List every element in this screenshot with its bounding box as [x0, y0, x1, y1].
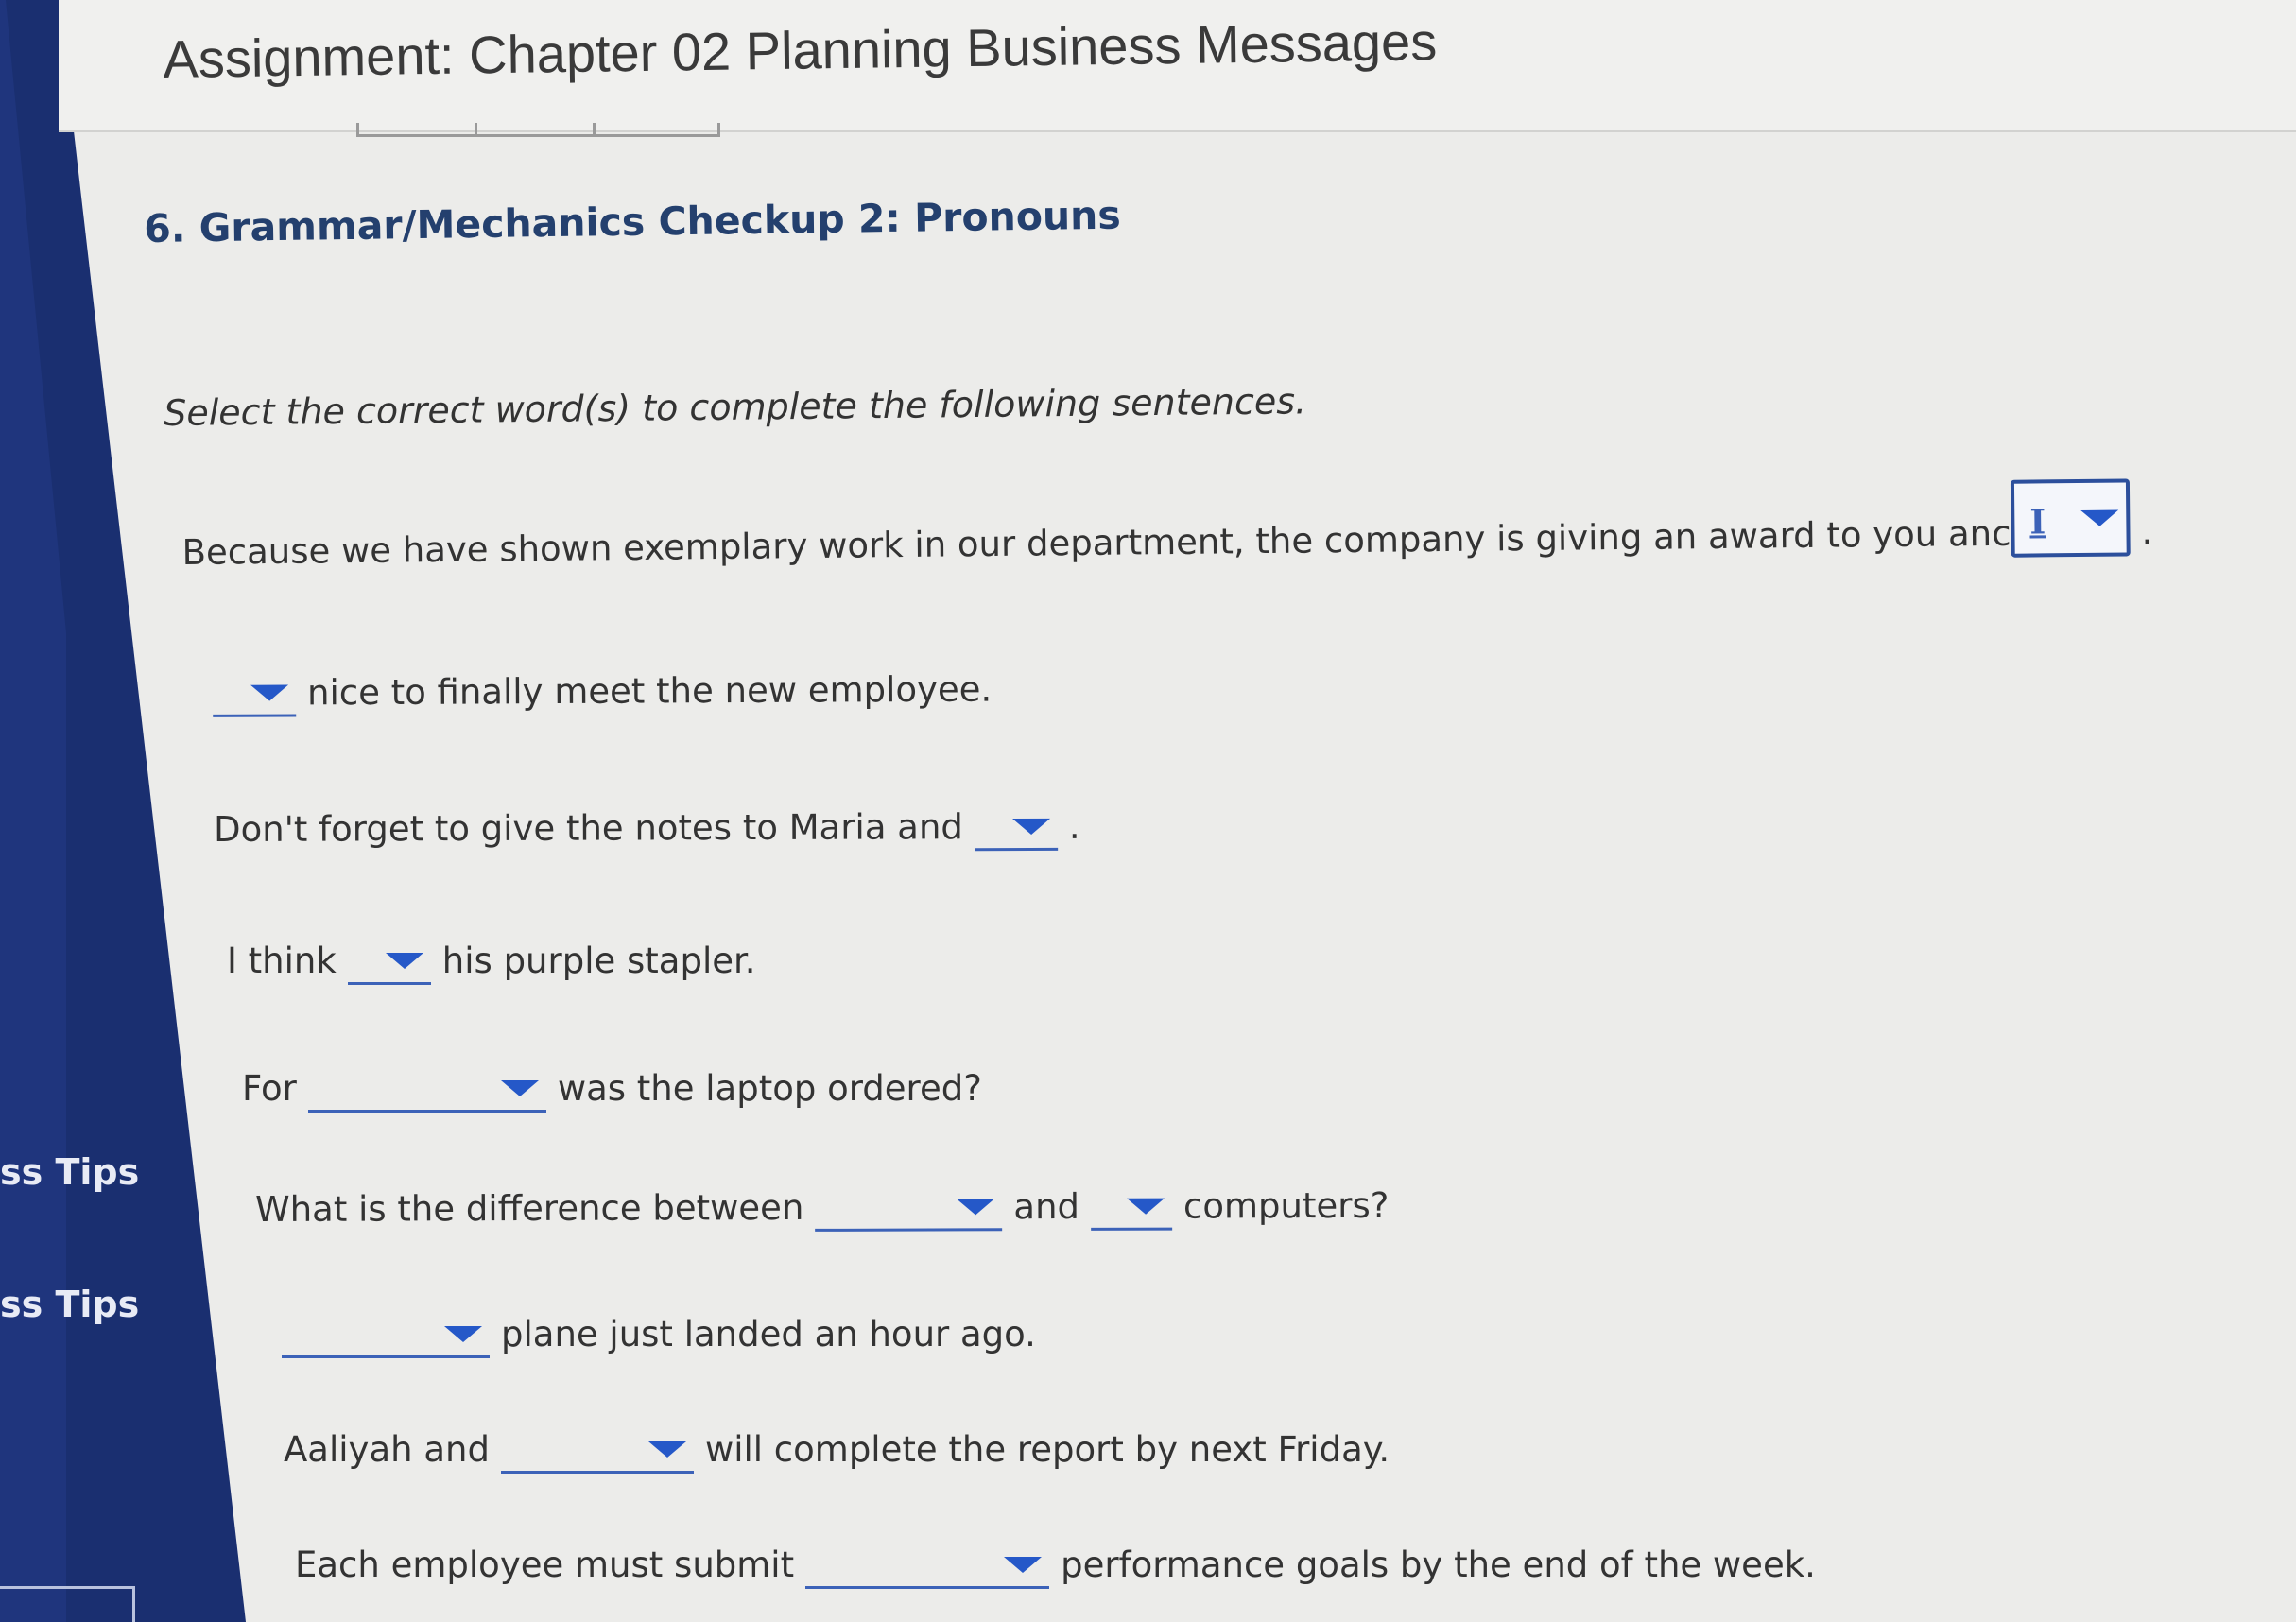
pronoun-dropdown[interactable]: I [2010, 478, 2131, 558]
chevron-down-icon [957, 1199, 995, 1216]
sentence-text: Don't forget to give the notes to Maria … [214, 806, 963, 850]
sentence-text: . [2141, 511, 2153, 553]
assignment-page: ss Tips ss Tips Assignment: Chapter 02 P… [0, 0, 2296, 1622]
sentence-text: nice to finally meet the new employee. [306, 668, 993, 714]
chevron-down-icon [500, 1080, 539, 1096]
sentence-text: computers? [1183, 1184, 1390, 1227]
pronoun-dropdown[interactable] [974, 805, 1058, 852]
chevron-down-icon [1126, 1198, 1165, 1215]
sentence-text: Because we have shown exemplary work in … [181, 512, 2011, 573]
pronoun-dropdown[interactable] [805, 1544, 1050, 1589]
question-content: 6. Grammar/Mechanics Checkup 2: Pronouns… [0, 0, 2296, 1622]
question-title: 6. Grammar/Mechanics Checkup 2: Pronouns [144, 192, 1122, 251]
sentence-text: his purple stapler. [441, 940, 756, 981]
chevron-down-icon [2080, 509, 2119, 526]
sentence-text: What is the difference between [255, 1186, 804, 1230]
sentence-9: Each employee must submit performance go… [295, 1544, 1816, 1589]
sentence-text: will complete the report by next Friday. [704, 1429, 1390, 1470]
sentence-text: I think [227, 940, 337, 981]
chevron-down-icon [1004, 1557, 1043, 1573]
sentence-text: plane just landed an hour ago. [501, 1314, 1036, 1355]
pronoun-dropdown[interactable] [347, 940, 431, 985]
pronoun-dropdown[interactable] [307, 1068, 546, 1113]
sentence-text: was the laptop ordered? [557, 1068, 982, 1109]
chevron-down-icon [444, 1326, 482, 1342]
sentence-text: Each employee must submit [295, 1544, 795, 1585]
sentence-3: Don't forget to give the notes to Maria … [214, 806, 1080, 854]
pronoun-dropdown[interactable] [815, 1186, 1003, 1232]
pronoun-dropdown[interactable] [282, 1314, 490, 1358]
dropdown-value: I [2029, 502, 2046, 543]
sentence-5: For was the laptop ordered? [242, 1068, 982, 1113]
sentence-6: What is the difference between and compu… [255, 1185, 1389, 1234]
sentence-text: For [242, 1068, 297, 1109]
sentence-7: plane just landed an hour ago. [270, 1314, 1036, 1358]
sentence-2: nice to finally meet the new employee. [201, 669, 992, 717]
chevron-down-icon [250, 684, 289, 701]
sentence-1: Because we have shown exemplary work in … [181, 478, 2152, 577]
chevron-down-icon [1011, 818, 1050, 836]
chevron-down-icon [647, 1441, 686, 1458]
sentence-text: and [1013, 1185, 1080, 1228]
chevron-down-icon [385, 953, 423, 969]
pronoun-dropdown[interactable] [500, 1429, 694, 1474]
sentence-text: Aaliyah and [284, 1429, 490, 1470]
pronoun-dropdown[interactable] [1090, 1185, 1173, 1231]
sentence-text: . [1068, 805, 1080, 847]
sentence-8: Aaliyah and will complete the report by … [284, 1429, 1390, 1474]
pronoun-dropdown[interactable] [212, 672, 297, 717]
sentence-text: performance goals by the end of the week… [1061, 1544, 1816, 1585]
instructions: Select the correct word(s) to complete t… [164, 380, 1307, 434]
sentence-4: I think his purple stapler. [227, 940, 756, 985]
